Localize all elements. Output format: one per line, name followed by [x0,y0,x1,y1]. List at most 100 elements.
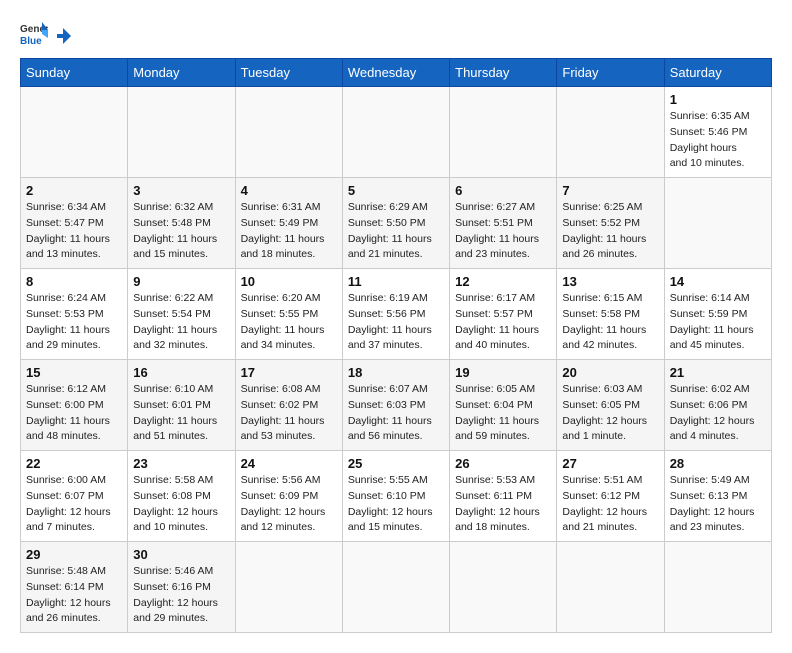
day-info: Sunrise: 6:17 AMSunset: 5:57 PMDaylight:… [455,292,539,351]
day-info: Sunrise: 6:07 AMSunset: 6:03 PMDaylight:… [348,383,432,442]
day-info: Sunrise: 6:35 AMSunset: 5:46 PMDaylight … [670,110,750,169]
day-cell: 29 Sunrise: 5:48 AMSunset: 6:14 PMDaylig… [21,542,128,633]
day-info: Sunrise: 6:22 AMSunset: 5:54 PMDaylight:… [133,292,217,351]
day-number: 29 [26,547,122,562]
day-info: Sunrise: 5:51 AMSunset: 6:12 PMDaylight:… [562,474,647,533]
day-number: 22 [26,456,122,471]
empty-day-cell [342,87,449,178]
day-number: 25 [348,456,444,471]
weekday-header: Tuesday [235,59,342,87]
day-number: 28 [670,456,766,471]
day-info: Sunrise: 6:14 AMSunset: 5:59 PMDaylight:… [670,292,754,351]
day-cell: 12 Sunrise: 6:17 AMSunset: 5:57 PMDaylig… [450,269,557,360]
day-cell: 21 Sunrise: 6:02 AMSunset: 6:06 PMDaylig… [664,360,771,451]
day-info: Sunrise: 6:20 AMSunset: 5:55 PMDaylight:… [241,292,325,351]
day-cell: 10 Sunrise: 6:20 AMSunset: 5:55 PMDaylig… [235,269,342,360]
day-cell: 13 Sunrise: 6:15 AMSunset: 5:58 PMDaylig… [557,269,664,360]
day-cell: 8 Sunrise: 6:24 AMSunset: 5:53 PMDayligh… [21,269,128,360]
weekday-header: Thursday [450,59,557,87]
day-cell: 14 Sunrise: 6:14 AMSunset: 5:59 PMDaylig… [664,269,771,360]
day-cell: 5 Sunrise: 6:29 AMSunset: 5:50 PMDayligh… [342,178,449,269]
day-cell: 1 Sunrise: 6:35 AMSunset: 5:46 PMDayligh… [664,87,771,178]
calendar-week-row: 2 Sunrise: 6:34 AMSunset: 5:47 PMDayligh… [21,178,772,269]
day-cell [235,542,342,633]
day-number: 1 [670,92,766,107]
day-number: 18 [348,365,444,380]
day-number: 21 [670,365,766,380]
day-cell: 25 Sunrise: 5:55 AMSunset: 6:10 PMDaylig… [342,451,449,542]
day-info: Sunrise: 6:27 AMSunset: 5:51 PMDaylight:… [455,201,539,260]
calendar-week-row: 22 Sunrise: 6:00 AMSunset: 6:07 PMDaylig… [21,451,772,542]
day-info: Sunrise: 6:08 AMSunset: 6:02 PMDaylight:… [241,383,325,442]
day-info: Sunrise: 6:29 AMSunset: 5:50 PMDaylight:… [348,201,432,260]
day-number: 26 [455,456,551,471]
day-number: 24 [241,456,337,471]
day-number: 5 [348,183,444,198]
day-cell: 28 Sunrise: 5:49 AMSunset: 6:13 PMDaylig… [664,451,771,542]
logo: General Blue [20,20,74,48]
day-info: Sunrise: 5:46 AMSunset: 6:16 PMDaylight:… [133,565,218,624]
day-info: Sunrise: 6:10 AMSunset: 6:01 PMDaylight:… [133,383,217,442]
day-number: 3 [133,183,229,198]
day-number: 30 [133,547,229,562]
day-number: 15 [26,365,122,380]
calendar-table: SundayMondayTuesdayWednesdayThursdayFrid… [20,58,772,633]
page-header: General Blue [20,20,772,48]
day-number: 10 [241,274,337,289]
empty-day-cell [557,87,664,178]
day-cell: 27 Sunrise: 5:51 AMSunset: 6:12 PMDaylig… [557,451,664,542]
empty-day-cell [450,87,557,178]
day-info: Sunrise: 6:24 AMSunset: 5:53 PMDaylight:… [26,292,110,351]
calendar-header-row: SundayMondayTuesdayWednesdayThursdayFrid… [21,59,772,87]
day-cell: 6 Sunrise: 6:27 AMSunset: 5:51 PMDayligh… [450,178,557,269]
day-info: Sunrise: 5:56 AMSunset: 6:09 PMDaylight:… [241,474,326,533]
day-cell: 20 Sunrise: 6:03 AMSunset: 6:05 PMDaylig… [557,360,664,451]
day-cell: 24 Sunrise: 5:56 AMSunset: 6:09 PMDaylig… [235,451,342,542]
day-number: 23 [133,456,229,471]
day-info: Sunrise: 6:25 AMSunset: 5:52 PMDaylight:… [562,201,646,260]
day-number: 19 [455,365,551,380]
day-cell [664,178,771,269]
day-info: Sunrise: 6:12 AMSunset: 6:00 PMDaylight:… [26,383,110,442]
day-number: 14 [670,274,766,289]
day-number: 11 [348,274,444,289]
day-info: Sunrise: 5:53 AMSunset: 6:11 PMDaylight:… [455,474,540,533]
day-cell: 22 Sunrise: 6:00 AMSunset: 6:07 PMDaylig… [21,451,128,542]
day-cell: 19 Sunrise: 6:05 AMSunset: 6:04 PMDaylig… [450,360,557,451]
day-info: Sunrise: 6:19 AMSunset: 5:56 PMDaylight:… [348,292,432,351]
empty-day-cell [235,87,342,178]
day-info: Sunrise: 5:58 AMSunset: 6:08 PMDaylight:… [133,474,218,533]
day-cell: 4 Sunrise: 6:31 AMSunset: 5:49 PMDayligh… [235,178,342,269]
day-number: 27 [562,456,658,471]
calendar-week-row: 1 Sunrise: 6:35 AMSunset: 5:46 PMDayligh… [21,87,772,178]
day-cell: 2 Sunrise: 6:34 AMSunset: 5:47 PMDayligh… [21,178,128,269]
logo-flag-icon [53,26,73,46]
empty-day-cell [21,87,128,178]
day-info: Sunrise: 5:48 AMSunset: 6:14 PMDaylight:… [26,565,111,624]
day-cell: 17 Sunrise: 6:08 AMSunset: 6:02 PMDaylig… [235,360,342,451]
calendar-week-row: 15 Sunrise: 6:12 AMSunset: 6:00 PMDaylig… [21,360,772,451]
day-number: 20 [562,365,658,380]
day-cell: 11 Sunrise: 6:19 AMSunset: 5:56 PMDaylig… [342,269,449,360]
day-info: Sunrise: 6:00 AMSunset: 6:07 PMDaylight:… [26,474,111,533]
empty-day-cell [128,87,235,178]
weekday-header: Saturday [664,59,771,87]
day-info: Sunrise: 6:02 AMSunset: 6:06 PMDaylight:… [670,383,755,442]
day-cell: 23 Sunrise: 5:58 AMSunset: 6:08 PMDaylig… [128,451,235,542]
day-info: Sunrise: 6:05 AMSunset: 6:04 PMDaylight:… [455,383,539,442]
day-info: Sunrise: 6:32 AMSunset: 5:48 PMDaylight:… [133,201,217,260]
day-number: 2 [26,183,122,198]
day-cell [450,542,557,633]
svg-text:Blue: Blue [20,36,42,47]
day-number: 4 [241,183,337,198]
day-cell: 3 Sunrise: 6:32 AMSunset: 5:48 PMDayligh… [128,178,235,269]
day-number: 13 [562,274,658,289]
day-info: Sunrise: 6:15 AMSunset: 5:58 PMDaylight:… [562,292,646,351]
day-cell: 30 Sunrise: 5:46 AMSunset: 6:16 PMDaylig… [128,542,235,633]
day-cell: 7 Sunrise: 6:25 AMSunset: 5:52 PMDayligh… [557,178,664,269]
day-info: Sunrise: 6:34 AMSunset: 5:47 PMDaylight:… [26,201,110,260]
weekday-header: Friday [557,59,664,87]
day-cell [342,542,449,633]
day-cell: 15 Sunrise: 6:12 AMSunset: 6:00 PMDaylig… [21,360,128,451]
day-cell: 18 Sunrise: 6:07 AMSunset: 6:03 PMDaylig… [342,360,449,451]
